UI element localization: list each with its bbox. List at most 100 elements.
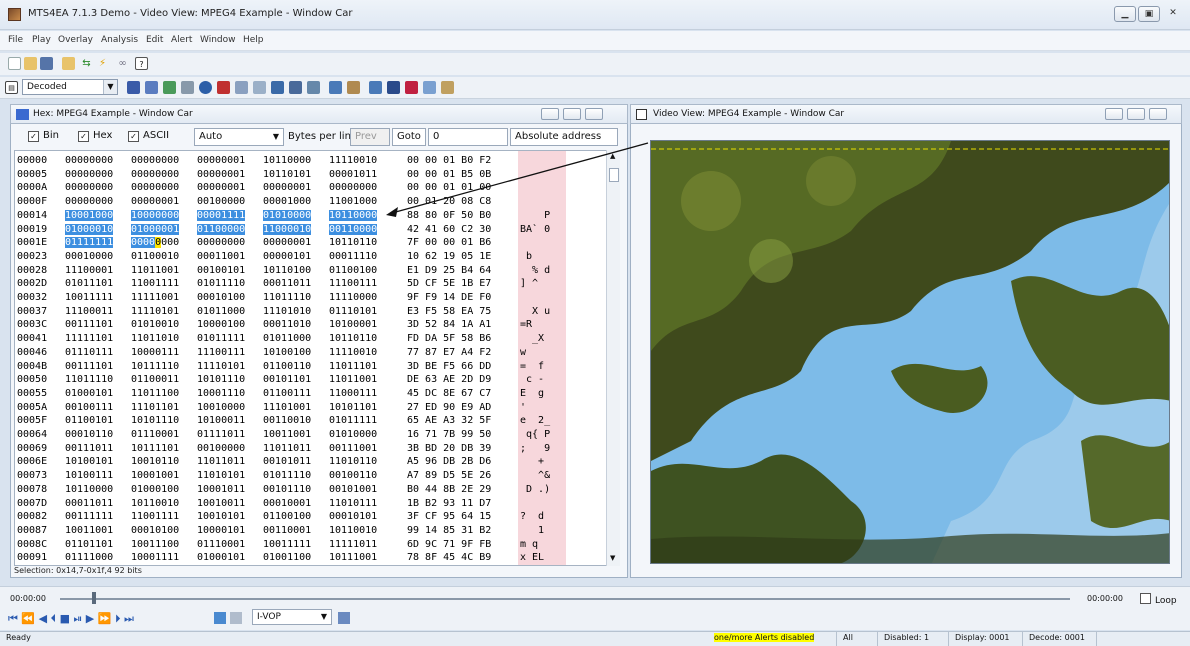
hex-bytes: A7 89 D5 5E 26 [407, 470, 492, 482]
hex-restore-button[interactable] [563, 108, 581, 120]
hex-bits: 00010110 [65, 429, 114, 440]
hex-close-button[interactable] [585, 108, 603, 120]
layout-icon[interactable] [369, 81, 382, 94]
hex-bits: 01100101 [65, 415, 114, 427]
mapping-arrow [386, 142, 649, 217]
picture-icon[interactable] [289, 81, 302, 94]
menu-edit[interactable]: Edit [146, 35, 163, 45]
window-icon[interactable] [307, 81, 320, 94]
hex-bits: 00001011 [329, 168, 378, 180]
scroll-down-icon[interactable]: ▼ [610, 554, 615, 562]
hex-ascii: q{ P [520, 429, 551, 440]
maximize-button[interactable]: ▣ [1138, 6, 1160, 22]
rewind-icon[interactable]: ⏪ [21, 612, 35, 625]
prev-frame-icon[interactable]: ⏴ [51, 612, 57, 625]
hex-ascii: x EL [520, 552, 545, 564]
chevron-down-icon: ▼ [320, 612, 327, 621]
last-frame-icon[interactable]: ⏭ [124, 612, 134, 625]
first-frame-icon[interactable]: ⏮ [8, 612, 18, 625]
new-file-icon[interactable] [8, 57, 21, 70]
sync-icon[interactable]: ⇆ [80, 57, 93, 70]
save-icon[interactable] [40, 57, 53, 70]
hex-bits: 00011011 [65, 497, 114, 509]
menu-alert[interactable]: Alert [171, 35, 192, 45]
hex-view-icon[interactable] [145, 81, 158, 94]
alert-icon[interactable]: ⚡ [96, 57, 109, 70]
video-frame[interactable] [650, 140, 1170, 564]
stats-icon[interactable] [347, 81, 360, 94]
hex-bits: 11011110 [263, 292, 312, 303]
frame-type-icon[interactable] [214, 612, 226, 624]
open-stream-icon[interactable] [62, 57, 75, 70]
hex-address: 00014 [17, 209, 48, 221]
hex-bits: 10100001 [329, 319, 378, 331]
frames-icon[interactable] [253, 81, 266, 94]
hex-ascii: c - [520, 374, 545, 386]
split-icon[interactable] [387, 81, 400, 94]
link-icon[interactable]: ∞ [116, 57, 129, 70]
hex-bits: 11011110 [65, 374, 114, 386]
step-back-icon[interactable]: ◀ [39, 612, 47, 625]
grid-view-icon[interactable] [127, 81, 140, 94]
play-icon[interactable]: ▶ [86, 612, 94, 625]
video-restore-button[interactable] [1127, 108, 1145, 120]
hex-ascii: _X [520, 333, 545, 345]
play-pause-icon[interactable]: ⏯ [73, 612, 82, 625]
loop-checkbox[interactable]: Loop [1140, 593, 1177, 606]
hex-bytes: 7F 00 00 01 B6 [407, 237, 492, 249]
decoded-view-icon[interactable]: ▤ [5, 81, 18, 94]
close-button[interactable]: ✕ [1162, 6, 1184, 22]
hex-bits: 01011110 [263, 470, 312, 482]
ascii-checkbox[interactable]: ✓ ASCII [128, 130, 169, 142]
menu-window[interactable]: Window [200, 35, 236, 45]
menu-overlay[interactable]: Overlay [58, 35, 93, 45]
menu-play[interactable]: Play [32, 35, 51, 45]
next-frame-icon[interactable]: ⏵ [115, 612, 121, 625]
bitrate-icon[interactable] [235, 81, 248, 94]
hex-minimize-button[interactable] [541, 108, 559, 120]
chart-view-icon[interactable] [163, 81, 176, 94]
timeline-track[interactable] [60, 598, 1070, 600]
timeline-thumb[interactable] [92, 592, 96, 604]
hex-address: 0007D [17, 497, 48, 509]
bytes-per-line-select[interactable]: Auto ▼ [194, 128, 284, 146]
decoded-select[interactable]: Decoded ▼ [22, 79, 118, 95]
report-icon[interactable] [441, 81, 454, 94]
hex-bytes: 5D CF 5E 1B E7 [407, 278, 492, 290]
menu-analysis[interactable]: Analysis [101, 35, 138, 45]
minimize-button[interactable]: ▁ [1114, 6, 1136, 22]
hex-bytes: 77 87 E7 A4 F2 [407, 346, 492, 358]
hex-address: 00073 [17, 470, 48, 482]
hex-bits: 01100010 [131, 250, 180, 262]
hex-bits: 00011001 [197, 250, 246, 262]
bin-checkbox[interactable]: ✓ Bin [28, 130, 59, 142]
bitrate-chart-icon[interactable] [338, 612, 350, 624]
hex-bits: 00000000 [131, 155, 180, 166]
overlay-icon[interactable] [329, 81, 342, 94]
stop-icon[interactable]: ■ [60, 612, 70, 625]
video-close-button[interactable] [1149, 108, 1167, 120]
open-folder-icon[interactable] [24, 57, 37, 70]
help-icon[interactable]: ? [135, 57, 148, 70]
globe-icon[interactable] [199, 81, 212, 94]
hex-ascii: ? d [520, 511, 545, 523]
hex-bits: 11011001 [131, 264, 180, 276]
menu-file[interactable]: File [8, 35, 23, 45]
hex-bits: 11110010 [329, 346, 378, 358]
hex-bits: 01100011 [131, 374, 180, 386]
menu-help[interactable]: Help [243, 35, 264, 45]
bar-chart-icon[interactable] [271, 81, 284, 94]
hex-bits: 10011001 [65, 524, 114, 536]
vop-type-select[interactable]: I-VOP ▼ [252, 609, 332, 625]
video-frame-image [651, 141, 1169, 563]
frame-size-icon[interactable] [230, 612, 242, 624]
mosaic-icon[interactable] [217, 81, 230, 94]
table-view-icon[interactable] [181, 81, 194, 94]
export-icon[interactable] [423, 81, 436, 94]
hex-checkbox[interactable]: ✓ Hex [78, 130, 112, 142]
hex-bits: 10110010 [131, 497, 180, 509]
fast-forward-icon[interactable]: ⏩ [98, 612, 112, 625]
hex-bits: 00000001 [263, 237, 312, 249]
video-minimize-button[interactable] [1105, 108, 1123, 120]
macroblock-icon[interactable] [405, 81, 418, 94]
